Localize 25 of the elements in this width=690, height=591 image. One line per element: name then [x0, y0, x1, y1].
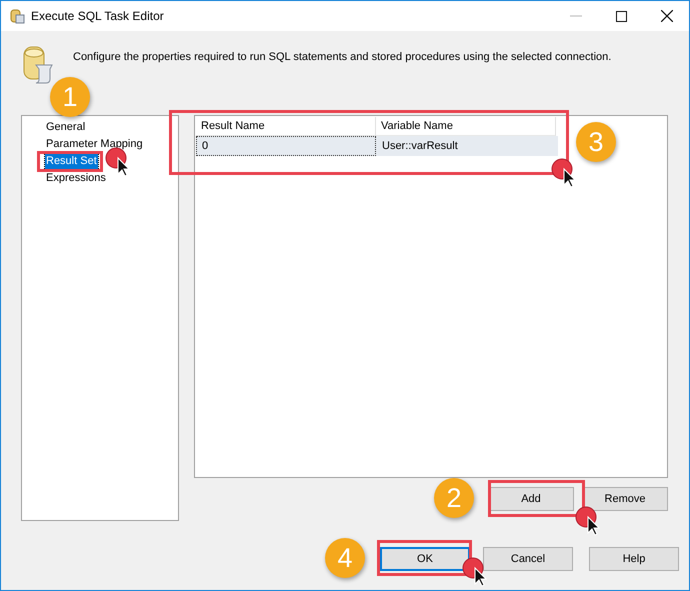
column-header[interactable]: Variable Name — [376, 117, 556, 136]
table-cell[interactable]: 0 — [196, 136, 376, 156]
table-cell[interactable]: User::varResult — [376, 136, 556, 156]
table-row[interactable]: 0 User::varResult — [196, 136, 558, 156]
grid-button[interactable]: Add — [488, 487, 574, 511]
step-callout: 2 — [434, 478, 474, 518]
dialog-button[interactable]: OK — [380, 547, 470, 571]
package-icon — [9, 8, 25, 24]
step-callout: 4 — [325, 538, 365, 578]
description-text: Configure the properties required to run SQL statements and stored procedures using the selected connection. — [73, 50, 612, 63]
column-header[interactable]: Result Name — [196, 117, 376, 136]
dialog-button[interactable]: Cancel — [483, 547, 573, 571]
click-cursor-icon — [462, 557, 488, 587]
page-list-item[interactable]: Expressions — [45, 170, 107, 187]
window-title: Execute SQL Task Editor — [31, 9, 164, 23]
step-callout: 1 — [50, 77, 90, 117]
grid-button[interactable]: Remove — [582, 487, 668, 511]
click-cursor-icon — [575, 506, 601, 536]
page-list-item[interactable]: General — [45, 119, 86, 136]
dialog-button[interactable]: Help — [589, 547, 679, 571]
maximize-icon[interactable] — [616, 10, 627, 22]
highlight-frame — [37, 151, 103, 172]
close-icon[interactable] — [661, 10, 673, 22]
page-list-item[interactable]: Parameter Mapping — [45, 136, 144, 153]
click-cursor-icon — [551, 158, 577, 188]
